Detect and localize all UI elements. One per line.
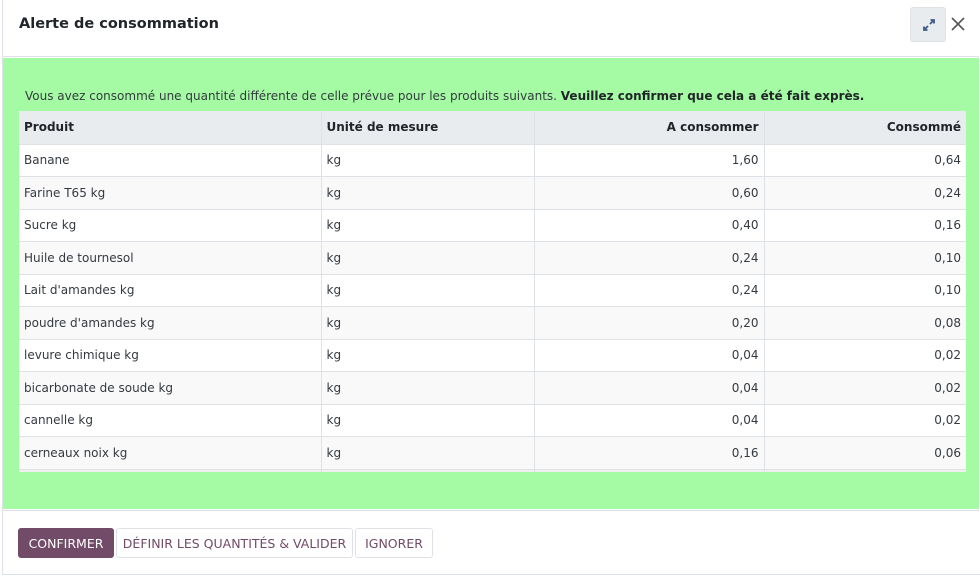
footer-cell [19,468,322,472]
close-button[interactable] [949,15,967,33]
cell-product: Lait d'amandes kg [19,273,322,307]
expand-icon [923,19,935,31]
ignore-button[interactable]: Ignorer [355,528,433,558]
cell-consumed: 0,02 [764,403,966,437]
cell-consumed: 0,10 [764,241,966,274]
cell-product: Sucre kg [19,208,322,242]
expand-button[interactable] [910,7,946,42]
cell-to-consume: 0,04 [534,403,765,437]
cell-uom: kg [321,338,535,372]
cell-uom: kg [321,241,535,274]
dialog-header: Alerte de consommation [3,0,979,57]
table-header-row: Produit Unité de mesure A consommer Cons… [19,111,966,145]
cell-consumed: 0,02 [764,338,966,372]
table-row[interactable]: cannelle kg kg 0,04 0,02 [19,403,966,437]
column-header-product[interactable]: Produit [19,111,322,145]
cell-product: levure chimique kg [19,338,322,372]
dialog-footer: Confirmer Définir les quantités & valide… [3,510,979,574]
cell-uom: kg [321,143,535,177]
cell-uom: kg [321,306,535,339]
table-row[interactable]: levure chimique kg kg 0,04 0,02 [19,338,966,372]
table-row[interactable]: poudre d'amandes kg kg 0,20 0,08 [19,306,966,339]
close-icon [951,17,965,31]
dialog-title: Alerte de consommation [19,16,219,32]
cell-product: cerneaux noix kg [19,436,322,469]
confirm-button[interactable]: Confirmer [18,528,114,558]
cell-uom: kg [321,403,535,437]
cell-to-consume: 0,24 [534,241,765,274]
table-footer-row [19,468,966,472]
footer-cell [764,468,966,472]
footer-cell [534,468,765,472]
cell-uom: kg [321,273,535,307]
cell-to-consume: 1,60 [534,143,765,177]
warning-message: Vous avez consommé une quantité différen… [25,89,864,103]
table-row[interactable]: cerneaux noix kg kg 0,16 0,06 [19,436,966,469]
set-quantities-validate-button[interactable]: Définir les quantités & valider [116,528,353,558]
cell-product: Banane [19,143,322,177]
dialog-body: Vous avez consommé une quantité différen… [3,58,979,509]
cell-to-consume: 0,04 [534,371,765,404]
cell-to-consume: 0,16 [534,436,765,469]
cell-consumed: 0,08 [764,306,966,339]
cell-consumed: 0,02 [764,371,966,404]
consumption-alert-dialog: Alerte de consommation Vous avez consomm… [2,0,980,575]
cell-consumed: 0,06 [764,436,966,469]
table-row[interactable]: Lait d'amandes kg kg 0,24 0,10 [19,273,966,307]
cell-to-consume: 0,04 [534,338,765,372]
table-row[interactable]: Farine T65 kg kg 0,60 0,24 [19,176,966,209]
cell-to-consume: 0,24 [534,273,765,307]
table-row[interactable]: Huile de tournesol kg 0,24 0,10 [19,241,966,274]
cell-product: bicarbonate de soude kg [19,371,322,404]
cell-to-consume: 0,20 [534,306,765,339]
cell-to-consume: 0,60 [534,176,765,209]
cell-product: Huile de tournesol [19,241,322,274]
table-row[interactable]: Banane kg 1,60 0,64 [19,143,966,177]
cell-uom: kg [321,176,535,209]
cell-uom: kg [321,436,535,469]
table-row[interactable]: Sucre kg kg 0,40 0,16 [19,208,966,242]
column-header-consumed[interactable]: Consommé [764,111,966,145]
cell-consumed: 0,10 [764,273,966,307]
cell-uom: kg [321,371,535,404]
cell-product: Farine T65 kg [19,176,322,209]
cell-consumed: 0,16 [764,208,966,242]
cell-consumed: 0,24 [764,176,966,209]
cell-product: poudre d'amandes kg [19,306,322,339]
cell-uom: kg [321,208,535,242]
column-header-uom[interactable]: Unité de mesure [321,111,535,145]
footer-cell [321,468,535,472]
column-header-to-consume[interactable]: A consommer [534,111,765,145]
warning-emphasis: Veuillez confirmer que cela a été fait e… [560,89,865,103]
cell-consumed: 0,64 [764,143,966,177]
consumption-table: Produit Unité de mesure A consommer Cons… [19,111,966,472]
cell-to-consume: 0,40 [534,208,765,242]
table-row[interactable]: bicarbonate de soude kg kg 0,04 0,02 [19,371,966,404]
cell-product: cannelle kg [19,403,322,437]
warning-text: Vous avez consommé une quantité différen… [25,89,557,103]
